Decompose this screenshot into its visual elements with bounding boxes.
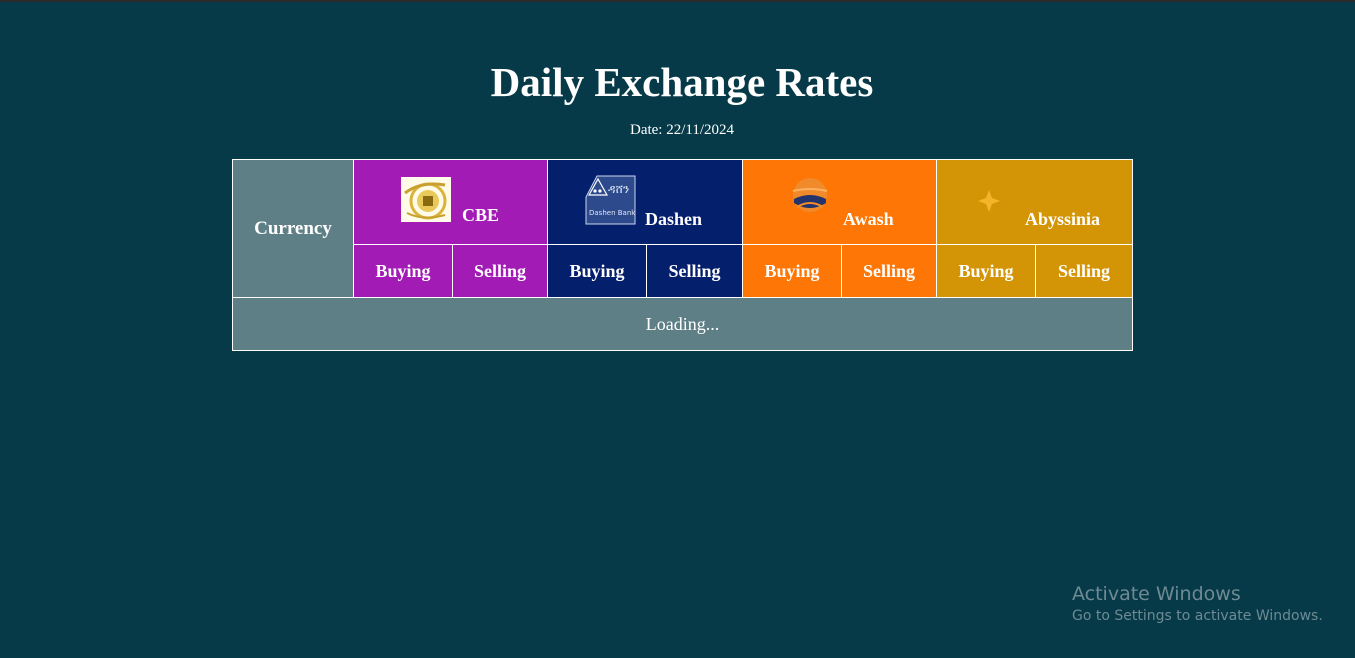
page-title: Daily Exchange Rates bbox=[490, 59, 874, 105]
bank-name-dashen: Dashen bbox=[645, 209, 703, 229]
abyssinia-selling-header: Selling bbox=[1035, 244, 1133, 298]
dashen-logo-text: ዳሸን bbox=[608, 182, 630, 196]
abyssinia-buying-header: Buying bbox=[936, 244, 1036, 298]
cbe-buying-header: Buying bbox=[353, 244, 453, 298]
cbe-selling-header: Selling bbox=[452, 244, 548, 298]
cbe-logo-icon bbox=[401, 177, 451, 222]
dashen-logo-caption: Dashen Bank bbox=[589, 209, 636, 217]
bank-name-abyssinia: Abyssinia bbox=[1025, 209, 1101, 229]
bank-header-dashen: ዳሸን Dashen Bank Dashen bbox=[547, 159, 743, 245]
date-label: Date: 22/11/2024 bbox=[629, 122, 734, 138]
activate-windows-watermark: Activate Windows Go to Settings to activ… bbox=[1072, 582, 1323, 626]
awash-buying-header: Buying bbox=[742, 244, 842, 298]
awash-logo-icon bbox=[792, 178, 828, 212]
watermark-title: Activate Windows bbox=[1072, 583, 1241, 605]
window-top-border bbox=[0, 0, 1355, 2]
abyssinia-logo-icon bbox=[978, 190, 1000, 212]
loading-message: Loading... bbox=[232, 297, 1133, 351]
bank-name-awash: Awash bbox=[843, 209, 894, 229]
bank-header-cbe: CBE bbox=[353, 159, 548, 245]
bank-name-cbe: CBE bbox=[462, 205, 500, 225]
dashen-selling-header: Selling bbox=[646, 244, 743, 298]
watermark-subtitle: Go to Settings to activate Windows. bbox=[1072, 608, 1323, 624]
awash-selling-header: Selling bbox=[841, 244, 937, 298]
bank-header-abyssinia: Abyssinia bbox=[936, 159, 1133, 245]
bank-header-awash: Awash bbox=[742, 159, 937, 245]
dashen-buying-header: Buying bbox=[547, 244, 647, 298]
exchange-rates-table: Currency CBE ዳሸን Dashen Bank Dashen Awas… bbox=[232, 159, 1133, 351]
currency-header: Currency bbox=[232, 159, 354, 298]
